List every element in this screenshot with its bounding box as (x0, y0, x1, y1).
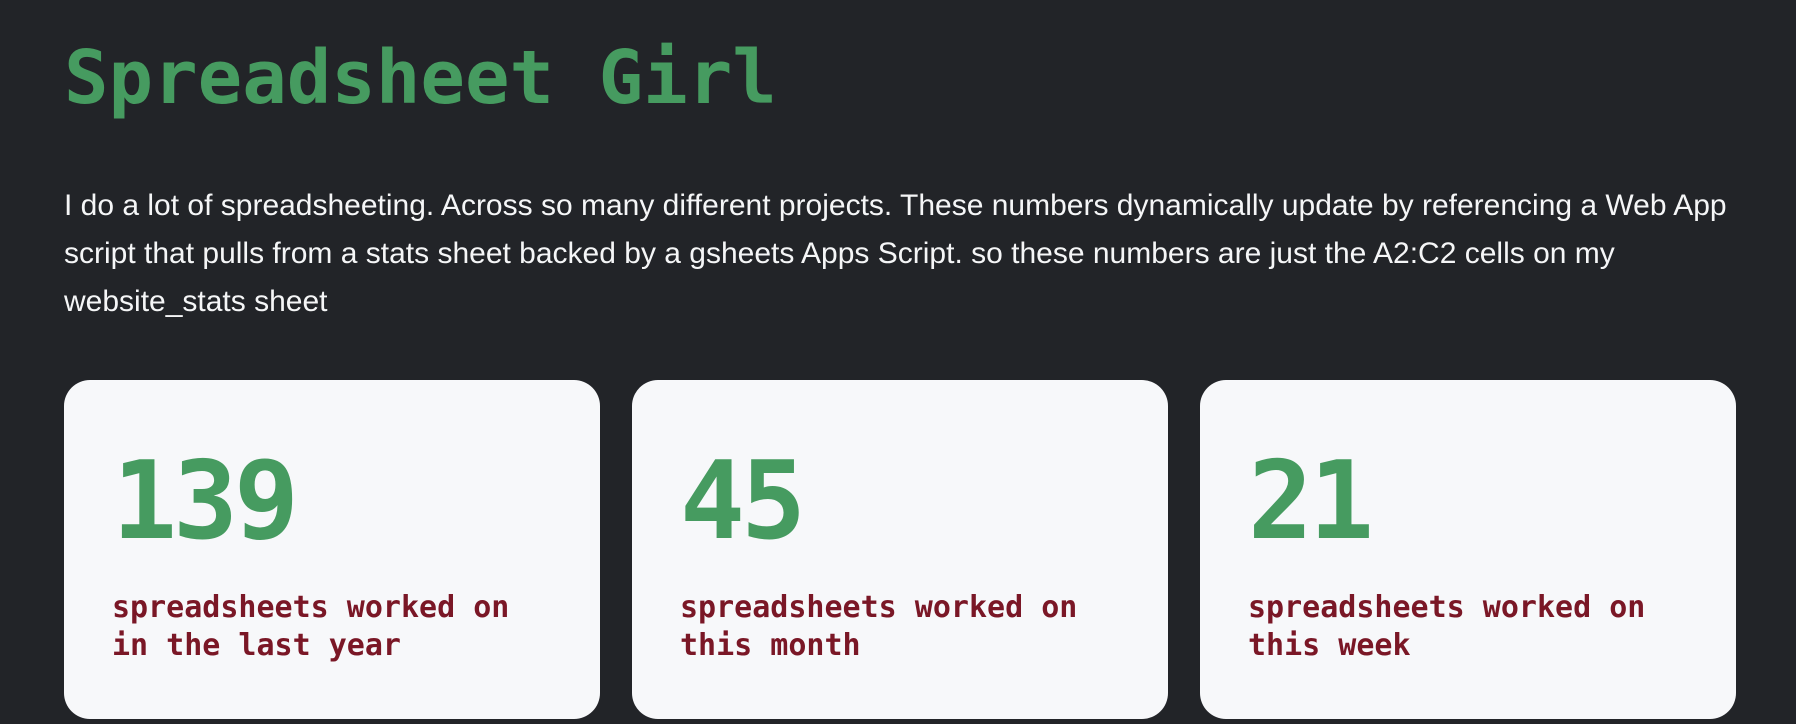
stat-card-month: 45 spreadsheets worked on this month (632, 380, 1168, 719)
stat-value-year: 139 (112, 439, 299, 564)
stat-label-week: spreadsheets worked on this week (1248, 590, 1646, 663)
stats-cards: 139 spreadsheets worked on in the last y… (64, 380, 1736, 719)
intro-paragraph: I do a lot of spreadsheeting. Across so … (64, 189, 1727, 318)
page-title: Spreadsheet Girl (64, 35, 777, 121)
stat-card-week: 21 spreadsheets worked on this week (1200, 380, 1736, 719)
stat-value-month: 45 (680, 439, 806, 564)
stat-label-year: spreadsheets worked on in the last year (112, 590, 510, 663)
stat-card-year: 139 spreadsheets worked on in the last y… (64, 380, 600, 719)
stat-value-week: 21 (1248, 439, 1374, 564)
stat-label-month: spreadsheets worked on this month (680, 590, 1078, 663)
